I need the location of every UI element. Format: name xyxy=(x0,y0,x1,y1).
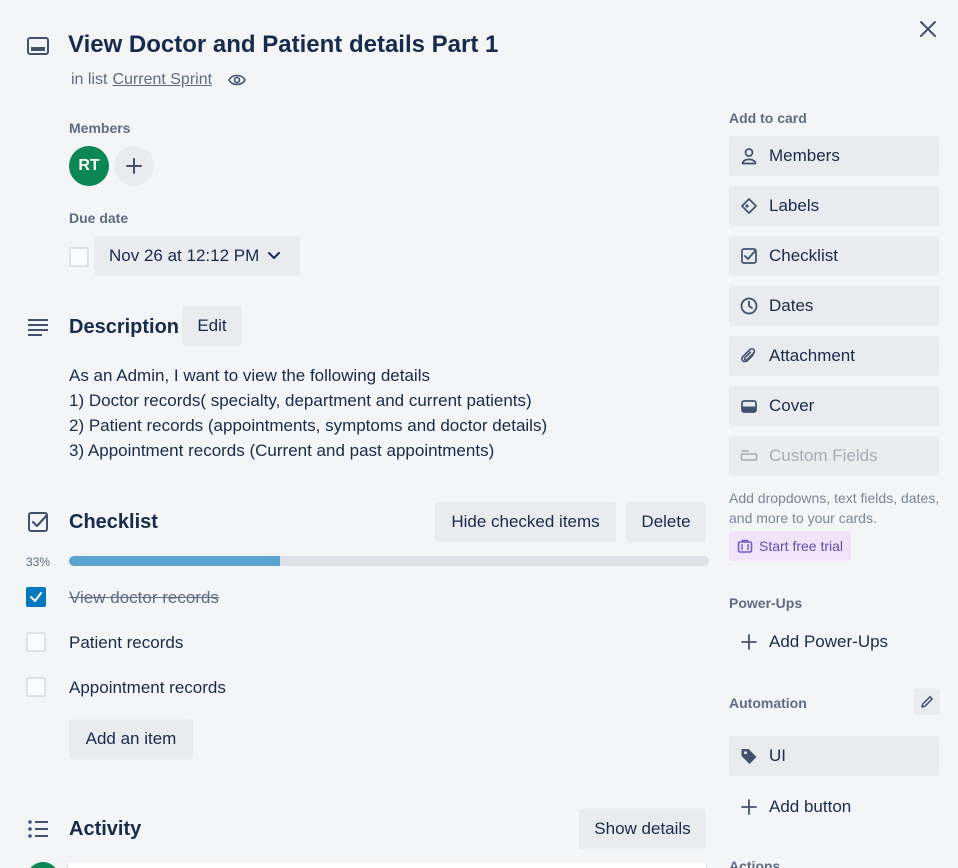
sidebar-button-label: Members xyxy=(769,146,840,165)
custom-fields-hint: Add dropdowns, text fields, dates, and m… xyxy=(729,490,940,526)
add-member-button[interactable] xyxy=(114,146,154,186)
automation-ui-button[interactable]: UI xyxy=(729,736,939,776)
close-icon[interactable] xyxy=(916,17,940,41)
eye-icon[interactable] xyxy=(227,70,247,90)
list-name-link[interactable]: Current Sprint xyxy=(112,71,212,89)
start-free-trial-label: Start free trial xyxy=(759,538,844,554)
add-button-label: Add button xyxy=(769,797,852,816)
sidebar-button-label: Dates xyxy=(769,296,814,315)
plus-icon xyxy=(739,632,759,652)
card-icon xyxy=(26,34,50,58)
edit-description-button[interactable]: Edit xyxy=(182,306,242,346)
sidebar-labels-button[interactable]: Labels xyxy=(729,186,939,226)
sidebar-cover-button[interactable]: Cover xyxy=(729,386,939,426)
checklist-item-text[interactable]: View doctor records xyxy=(69,588,219,608)
description-line: 2) Patient records (appointments, sympto… xyxy=(69,416,548,435)
checklist-icon xyxy=(739,246,759,266)
activity-title: Activity xyxy=(69,818,142,840)
description-line: 1) Doctor records( specialty, department… xyxy=(69,391,532,410)
sidebar-checklist-button[interactable]: Checklist xyxy=(729,236,939,276)
add-powerups-button[interactable]: Add Power-Ups xyxy=(729,622,939,662)
progress-percent: 33% xyxy=(26,555,51,569)
hide-checked-items-button[interactable]: Hide checked items xyxy=(435,502,616,542)
due-date-value: Nov 26 at 12:12 PM xyxy=(109,246,260,265)
sidebar-attachment-button[interactable]: Attachment xyxy=(729,336,939,376)
clock-icon xyxy=(739,296,759,316)
description-icon xyxy=(26,315,50,339)
due-date-button[interactable]: Nov 26 at 12:12 PM xyxy=(94,236,300,276)
actions-label: Actions xyxy=(729,858,781,868)
avatar xyxy=(27,862,59,868)
chevron-down-icon xyxy=(268,252,281,259)
tag-icon xyxy=(739,746,759,766)
delete-checklist-button[interactable]: Delete xyxy=(626,502,706,542)
card-title[interactable]: View Doctor and Patient details Part 1 xyxy=(68,31,498,59)
tag-icon xyxy=(739,196,759,216)
description-body[interactable]: As an Admin, I want to view the followin… xyxy=(69,363,547,463)
activity-icon xyxy=(26,817,50,841)
checklist-item-checkbox[interactable] xyxy=(26,587,46,607)
members-label: Members xyxy=(69,120,131,136)
show-details-button[interactable]: Show details xyxy=(579,809,706,849)
add-powerups-label: Add Power-Ups xyxy=(769,632,889,651)
avatar[interactable]: RT xyxy=(69,146,109,186)
sidebar-dates-button[interactable]: Dates xyxy=(729,286,939,326)
sidebar-button-label: Attachment xyxy=(769,346,855,365)
cover-icon xyxy=(739,396,759,416)
custom-fields-icon xyxy=(739,446,759,466)
checklist-item-checkbox[interactable] xyxy=(26,677,46,697)
checklist-item-text[interactable]: Appointment records xyxy=(69,678,226,698)
sidebar-custom-fields-button[interactable]: Custom Fields xyxy=(729,436,939,476)
in-list-breadcrumb: in list Current Sprint xyxy=(71,70,247,90)
automation-label: Automation xyxy=(729,695,807,711)
add-automation-button[interactable]: Add button xyxy=(729,787,939,827)
due-date-checkbox[interactable] xyxy=(69,247,89,267)
description-line: As an Admin, I want to view the followin… xyxy=(69,366,430,385)
add-to-card-label: Add to card xyxy=(729,110,807,126)
plus-icon xyxy=(739,797,759,817)
paperclip-icon xyxy=(739,346,759,366)
checklist-item-text[interactable]: Patient records xyxy=(69,633,183,653)
in-list-prefix: in list xyxy=(71,71,108,88)
sidebar-button-label: Checklist xyxy=(769,246,838,265)
description-line: 3) Appointment records (Current and past… xyxy=(69,441,495,460)
progress-fill xyxy=(69,556,281,566)
checklist-item-checkbox[interactable] xyxy=(26,632,46,652)
sidebar-members-button[interactable]: Members xyxy=(729,136,939,176)
checklist-icon xyxy=(26,510,50,534)
person-icon xyxy=(739,146,759,166)
comment-input[interactable] xyxy=(68,862,706,868)
checkmark-icon xyxy=(30,592,42,602)
checklist-title: Checklist xyxy=(69,511,158,533)
add-checklist-item-button[interactable]: Add an item xyxy=(69,719,193,759)
due-date-label: Due date xyxy=(69,210,129,226)
description-title: Description xyxy=(69,316,180,338)
sidebar-button-label: Labels xyxy=(769,196,820,215)
powerups-label: Power-Ups xyxy=(729,595,803,611)
progress-bar xyxy=(69,556,709,566)
automation-ui-label: UI xyxy=(769,746,786,765)
sidebar-button-label: Custom Fields xyxy=(769,446,878,465)
edit-automation-button[interactable] xyxy=(914,689,940,715)
briefcase-icon xyxy=(737,539,753,553)
pencil-icon xyxy=(921,696,933,708)
plus-icon xyxy=(126,158,142,174)
sidebar-button-label: Cover xyxy=(769,396,815,415)
start-free-trial-button[interactable]: Start free trial xyxy=(729,531,852,561)
